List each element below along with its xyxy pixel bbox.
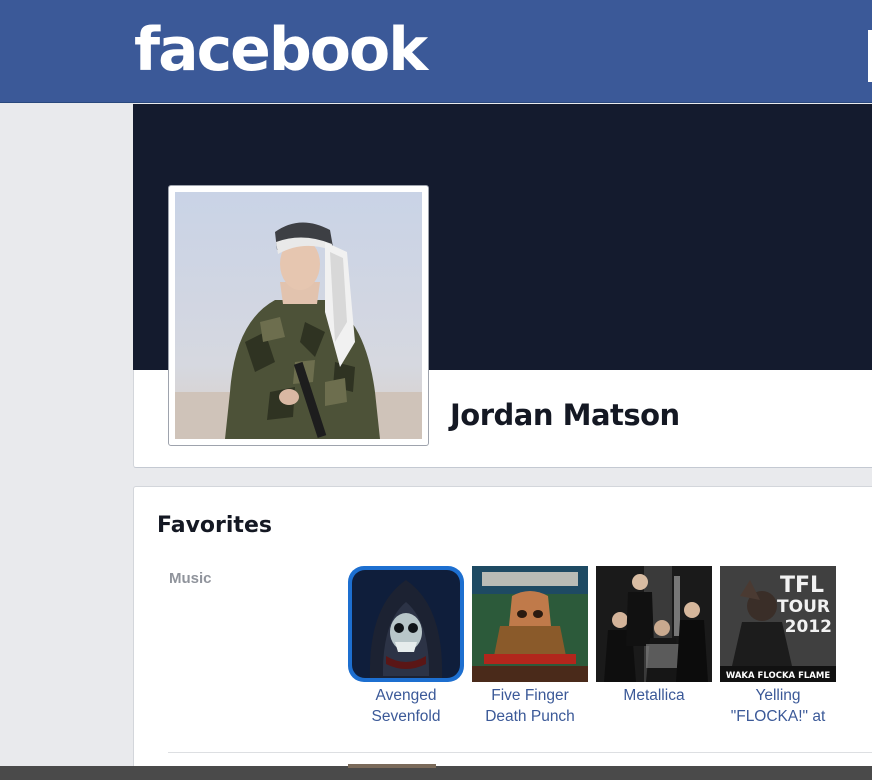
five-finger-death-punch-album-icon <box>472 566 588 682</box>
avenged-sevenfold-thumbnail[interactable] <box>348 566 464 682</box>
top-bar: facebook <box>0 0 872 103</box>
favorite-item-name-line2[interactable]: "FLOCKA!" at <box>719 706 837 727</box>
favorite-item-avenged-sevenfold[interactable]: Avenged Sevenfold <box>347 566 465 727</box>
favorite-item-metallica[interactable]: Metallica <box>595 566 713 706</box>
profile-name[interactable]: Jordan Matson <box>450 398 680 432</box>
poster-year-text: 2012 <box>785 617 832 637</box>
poster-tfl-text: TFL <box>780 573 824 598</box>
poster-tour-text: TOUR <box>777 597 830 617</box>
favorites-title: Favorites <box>157 513 272 538</box>
profile-picture[interactable] <box>168 185 429 446</box>
bottom-tab-element <box>348 764 436 768</box>
music-label: Music <box>169 570 212 587</box>
profile-photo-image <box>175 192 422 439</box>
favorite-item-name-line1[interactable]: Metallica <box>595 685 713 706</box>
section-divider <box>168 752 872 753</box>
topbar-edge-element <box>868 30 872 82</box>
favorite-item-name-line2[interactable]: Death Punch <box>471 706 589 727</box>
waka-flocka-flame-poster-icon: TFL TOUR 2012 WAKA FLOCKA FLAME <box>720 566 836 682</box>
waka-flocka-thumbnail[interactable]: TFL TOUR 2012 WAKA FLOCKA FLAME <box>720 566 836 682</box>
poster-artist-text: WAKA FLOCKA FLAME <box>726 671 830 681</box>
metallica-band-photo-icon <box>596 566 712 682</box>
five-finger-death-punch-thumbnail[interactable] <box>472 566 588 682</box>
window-bottom-strip <box>0 766 872 780</box>
favorite-item-yelling-flocka[interactable]: TFL TOUR 2012 WAKA FLOCKA FLAME Yelling … <box>719 566 837 727</box>
metallica-thumbnail[interactable] <box>596 566 712 682</box>
avenged-sevenfold-deathbat-icon <box>348 566 464 682</box>
favorite-item-name-line2[interactable]: Sevenfold <box>347 706 465 727</box>
favorite-item-five-finger-death-punch[interactable]: Five Finger Death Punch <box>471 566 589 727</box>
favorite-item-name-line1[interactable]: Five Finger <box>471 685 589 706</box>
favorite-item-name-line1[interactable]: Yelling <box>719 685 837 706</box>
favorite-item-name-line1[interactable]: Avenged <box>347 685 465 706</box>
facebook-logo[interactable]: facebook <box>134 14 428 86</box>
